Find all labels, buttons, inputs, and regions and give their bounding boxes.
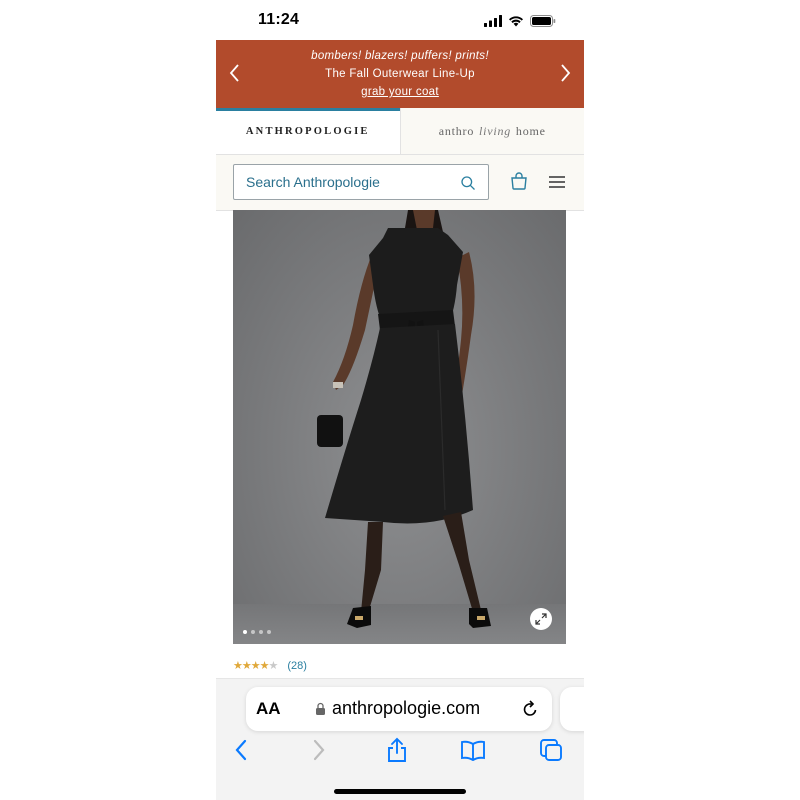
back-button[interactable] <box>228 737 254 763</box>
book-icon <box>461 740 485 761</box>
promo-tagline: bombers! blazers! puffers! prints! <box>311 50 489 62</box>
chevron-left-icon[interactable] <box>224 62 246 84</box>
bookmarks-button[interactable] <box>460 737 486 763</box>
carousel-dot[interactable] <box>243 630 247 634</box>
carousel-dot[interactable] <box>259 630 263 634</box>
status-time: 11:24 <box>258 11 300 28</box>
search-icon[interactable] <box>460 175 476 191</box>
battery-icon <box>530 15 556 27</box>
share-button[interactable] <box>384 737 410 763</box>
next-tab-preview[interactable] <box>560 687 584 731</box>
promo-headline: The Fall Outerwear Line-Up <box>325 68 475 80</box>
star-full-icon: ★ <box>241 660 252 672</box>
hamburger-menu-icon[interactable] <box>548 174 566 190</box>
brand-home-script: living <box>478 123 512 138</box>
reload-icon[interactable] <box>520 699 540 719</box>
black-dress-photo <box>317 210 491 628</box>
browser-toolbar <box>216 737 584 767</box>
tabs-icon <box>540 739 562 761</box>
star-full-icon: ★ <box>259 660 270 672</box>
shopping-bag-icon[interactable] <box>509 171 529 191</box>
brand-tabs: ANTHROPOLOGIE anthro living home <box>216 108 584 155</box>
expand-icon <box>535 613 547 625</box>
star-full-icon: ★ <box>233 660 243 672</box>
brand-home-suffix: home <box>515 123 546 138</box>
anthro-living-home-logo: anthro living home <box>439 124 546 139</box>
phone-screen: 11:24 bombers! blazers! puffers! prints!… <box>216 0 584 800</box>
lock-icon <box>316 702 325 715</box>
star-empty-icon: ★ <box>268 660 279 672</box>
carousel-dots <box>243 630 271 634</box>
search-input[interactable] <box>246 165 456 199</box>
site-header <box>216 155 584 211</box>
url-text[interactable]: anthropologie.com <box>332 698 480 719</box>
chevron-left-icon <box>235 739 247 761</box>
tab-anthropologie[interactable]: ANTHROPOLOGIE <box>216 108 400 154</box>
tab-anthro-living-home[interactable]: anthro living home <box>399 108 585 154</box>
carousel-dot[interactable] <box>251 630 255 634</box>
promo-cta-link[interactable]: grab your coat <box>256 86 544 98</box>
forward-button[interactable] <box>306 737 332 763</box>
product-image[interactable] <box>233 210 566 644</box>
expand-image-button[interactable] <box>530 608 552 630</box>
product-rating[interactable]: ★★★★★ (28) <box>233 659 307 673</box>
brand-home-prefix: anthro <box>438 123 475 138</box>
chevron-right-icon[interactable] <box>554 62 576 84</box>
tabs-button[interactable] <box>538 737 564 763</box>
star-rating: ★★★★★ <box>233 659 279 672</box>
search-box[interactable] <box>233 164 489 200</box>
home-indicator[interactable] <box>334 789 466 794</box>
text-size-button[interactable]: AA <box>256 699 281 719</box>
review-count-link[interactable]: (28) <box>287 660 307 672</box>
share-icon <box>388 737 406 762</box>
browser-bottom-bar: AA anthropologie.com <box>216 678 584 800</box>
status-bar: 11:24 <box>216 0 584 40</box>
wifi-icon <box>509 16 523 27</box>
carousel-dot[interactable] <box>267 630 271 634</box>
promo-banner: bombers! blazers! puffers! prints! The F… <box>216 40 584 108</box>
address-bar[interactable]: AA anthropologie.com <box>246 687 552 731</box>
star-full-icon: ★ <box>250 660 261 672</box>
chevron-right-icon <box>313 739 325 761</box>
status-icons <box>484 13 556 29</box>
anthropologie-logo: ANTHROPOLOGIE <box>245 125 370 137</box>
signal-icon <box>484 15 502 27</box>
